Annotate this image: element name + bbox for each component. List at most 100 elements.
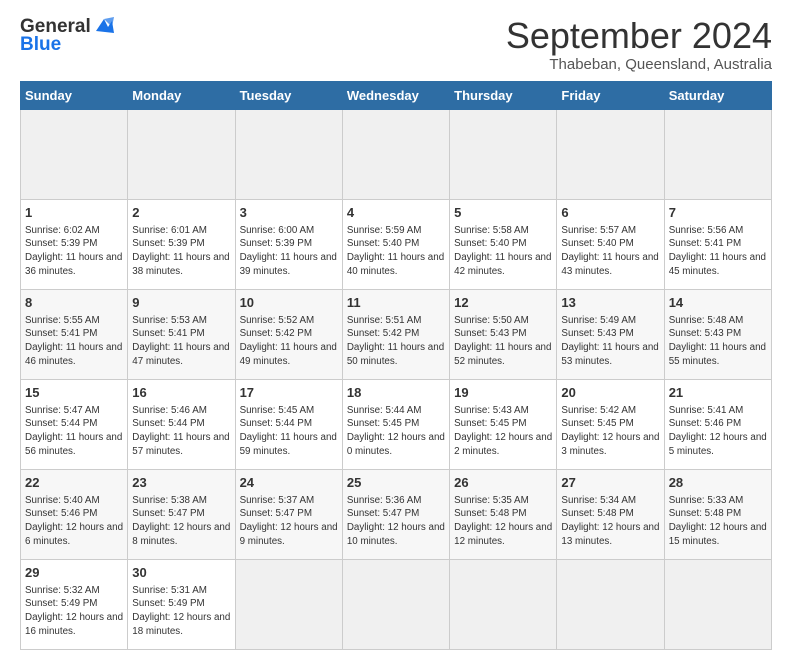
- sunset-label: Sunset: 5:40 PM: [454, 238, 526, 249]
- calendar-cell: 20Sunrise: 5:42 AMSunset: 5:45 PMDayligh…: [557, 379, 664, 469]
- daylight-label: Daylight: 12 hours and 2 minutes.: [454, 432, 552, 457]
- sunrise-label: Sunrise: 5:45 AM: [240, 405, 315, 416]
- cell-content: Sunrise: 5:32 AMSunset: 5:49 PMDaylight:…: [25, 584, 123, 639]
- calendar-cell: [664, 559, 771, 649]
- daylight-label: Daylight: 12 hours and 18 minutes.: [132, 612, 230, 637]
- daylight-label: Daylight: 12 hours and 12 minutes.: [454, 522, 552, 547]
- cell-content: Sunrise: 5:55 AMSunset: 5:41 PMDaylight:…: [25, 314, 123, 369]
- cell-content: Sunrise: 5:34 AMSunset: 5:48 PMDaylight:…: [561, 494, 659, 549]
- header-saturday: Saturday: [664, 81, 771, 109]
- header-thursday: Thursday: [450, 81, 557, 109]
- calendar-cell: 10Sunrise: 5:52 AMSunset: 5:42 PMDayligh…: [235, 289, 342, 379]
- sunset-label: Sunset: 5:43 PM: [669, 328, 741, 339]
- sunset-label: Sunset: 5:40 PM: [561, 238, 633, 249]
- calendar-header-row: SundayMondayTuesdayWednesdayThursdayFrid…: [21, 81, 772, 109]
- calendar-cell: 11 Sunrise: 5:51 AMSunset: 5:42 PMDayligh…: [342, 289, 449, 379]
- day-number: 7: [669, 204, 767, 222]
- daylight-label: Daylight: 11 hours and 52 minutes.: [454, 342, 551, 367]
- sunset-label: Sunset: 5:45 PM: [347, 418, 419, 429]
- calendar-cell: 14Sunrise: 5:48 AMSunset: 5:43 PMDayligh…: [664, 289, 771, 379]
- daylight-label: Daylight: 11 hours and 42 minutes.: [454, 252, 551, 277]
- cell-content: Sunrise: 6:02 AMSunset: 5:39 PMDaylight:…: [25, 224, 123, 279]
- sunset-label: Sunset: 5:46 PM: [669, 418, 741, 429]
- daylight-label: Daylight: 11 hours and 47 minutes.: [132, 342, 229, 367]
- sunrise-label: Sunrise: 5:57 AM: [561, 225, 636, 236]
- day-number: 25: [347, 474, 445, 492]
- cell-content: Sunrise: 5:59 AMSunset: 5:40 PMDaylight:…: [347, 224, 445, 279]
- sunset-label: Sunset: 5:44 PM: [132, 418, 204, 429]
- calendar-week-row: 8Sunrise: 5:55 AMSunset: 5:41 PMDaylight…: [21, 289, 772, 379]
- sunrise-label: Sunrise: 5:51 AM: [347, 315, 422, 326]
- day-number: 10: [240, 294, 338, 312]
- cell-content: Sunrise: 5:48 AMSunset: 5:43 PMDaylight:…: [669, 314, 767, 369]
- calendar-cell: [342, 559, 449, 649]
- day-number: 13: [561, 294, 659, 312]
- sunrise-label: Sunrise: 5:47 AM: [25, 405, 100, 416]
- calendar-cell: 23Sunrise: 5:38 AMSunset: 5:47 PMDayligh…: [128, 469, 235, 559]
- day-number: 5: [454, 204, 552, 222]
- sunrise-label: Sunrise: 5:50 AM: [454, 315, 529, 326]
- daylight-label: Daylight: 11 hours and 59 minutes.: [240, 432, 337, 457]
- calendar-cell: 19 Sunrise: 5:43 AMSunset: 5:45 PMDayligh…: [450, 379, 557, 469]
- calendar-week-row: 1 Sunrise: 6:02 AMSunset: 5:39 PMDaylight…: [21, 199, 772, 289]
- calendar-week-row: 29Sunrise: 5:32 AMSunset: 5:49 PMDayligh…: [21, 559, 772, 649]
- sunset-label: Sunset: 5:43 PM: [561, 328, 633, 339]
- sunrise-label: Sunrise: 5:59 AM: [347, 225, 422, 236]
- sunrise-label: Sunrise: 5:32 AM: [25, 585, 100, 596]
- daylight-label: Daylight: 11 hours and 56 minutes.: [25, 432, 122, 457]
- day-number: 11: [347, 294, 445, 312]
- calendar-cell: [21, 109, 128, 199]
- calendar-cell: 18 Sunrise: 5:44 AM Sunset: 5:45 PM Dayligh…: [342, 379, 449, 469]
- sunset-label: Sunset: 5:46 PM: [25, 508, 97, 519]
- day-number: 1: [25, 204, 123, 222]
- sunset-label: Sunset: 5:49 PM: [132, 598, 204, 609]
- cell-content: Sunrise: 5:53 AMSunset: 5:41 PMDaylight:…: [132, 314, 230, 369]
- header-sunday: Sunday: [21, 81, 128, 109]
- calendar-cell: 13Sunrise: 5:49 AMSunset: 5:43 PMDayligh…: [557, 289, 664, 379]
- day-number: 15: [25, 384, 123, 402]
- sunrise-label: Sunrise: 5:41 AM: [669, 405, 744, 416]
- cell-content: Sunrise: 5:50 AMSunset: 5:43 PMDaylight:…: [454, 314, 552, 369]
- sunrise-label: Sunrise: 5:52 AM: [240, 315, 315, 326]
- calendar-week-row: 15 Sunrise: 5:47 AM Sunset: 5:44 PM Dayligh…: [21, 379, 772, 469]
- calendar-cell: 16Sunrise: 5:46 AMSunset: 5:44 PMDayligh…: [128, 379, 235, 469]
- daylight-label: Daylight: 11 hours and 57 minutes.: [132, 432, 229, 457]
- day-number: 19: [454, 384, 552, 402]
- day-number: 12: [454, 294, 552, 312]
- sunrise-label: Sunrise: 5:33 AM: [669, 495, 744, 506]
- calendar-cell: [128, 109, 235, 199]
- calendar-cell: [235, 559, 342, 649]
- cell-content: Sunrise: 5:56 AMSunset: 5:41 PMDaylight:…: [669, 224, 767, 279]
- sunset-label: Sunset: 5:48 PM: [561, 508, 633, 519]
- sunset-label: Sunset: 5:42 PM: [240, 328, 312, 339]
- cell-content: Sunrise: 5:51 AMSunset: 5:42 PMDaylight:…: [347, 314, 445, 369]
- day-number: 21: [669, 384, 767, 402]
- cell-content: Sunrise: 5:38 AMSunset: 5:47 PMDaylight:…: [132, 494, 230, 549]
- day-number: 6: [561, 204, 659, 222]
- calendar-week-row: 22Sunrise: 5:40 AMSunset: 5:46 PMDayligh…: [21, 469, 772, 559]
- calendar-cell: 7 Sunrise: 5:56 AMSunset: 5:41 PMDaylight…: [664, 199, 771, 289]
- calendar-cell: 9Sunrise: 5:53 AMSunset: 5:41 PMDaylight…: [128, 289, 235, 379]
- sunset-label: Sunset: 5:44 PM: [25, 418, 97, 429]
- sunset-label: Sunset: 5:49 PM: [25, 598, 97, 609]
- sunrise-label: Sunrise: 5:35 AM: [454, 495, 529, 506]
- day-number: 24: [240, 474, 338, 492]
- day-number: 18: [347, 384, 445, 402]
- calendar-cell: [557, 559, 664, 649]
- cell-content: Sunrise: 5:43 AMSunset: 5:45 PMDaylight:…: [454, 404, 552, 459]
- header-wednesday: Wednesday: [342, 81, 449, 109]
- sunrise-label: Sunrise: 5:44 AM: [347, 405, 422, 416]
- calendar-cell: 5 Sunrise: 5:58 AM Sunset: 5:40 PM Daylight…: [450, 199, 557, 289]
- calendar-cell: [450, 559, 557, 649]
- daylight-label: Daylight: 12 hours and 0 minutes.: [347, 432, 445, 457]
- daylight-label: Daylight: 11 hours and 53 minutes.: [561, 342, 658, 367]
- day-number: 4: [347, 204, 445, 222]
- cell-content: Sunrise: 5:35 AM Sunset: 5:48 PM Daylight:…: [454, 494, 552, 549]
- title-area: September 2024 Thabeban, Queensland, Aus…: [506, 16, 772, 73]
- sunrise-label: Sunrise: 5:58 AM: [454, 225, 529, 236]
- sunset-label: Sunset: 5:40 PM: [347, 238, 419, 249]
- sunset-label: Sunset: 5:48 PM: [454, 508, 526, 519]
- calendar-cell: 24Sunrise: 5:37 AMSunset: 5:47 PMDayligh…: [235, 469, 342, 559]
- calendar-cell: [450, 109, 557, 199]
- daylight-label: Daylight: 12 hours and 9 minutes.: [240, 522, 338, 547]
